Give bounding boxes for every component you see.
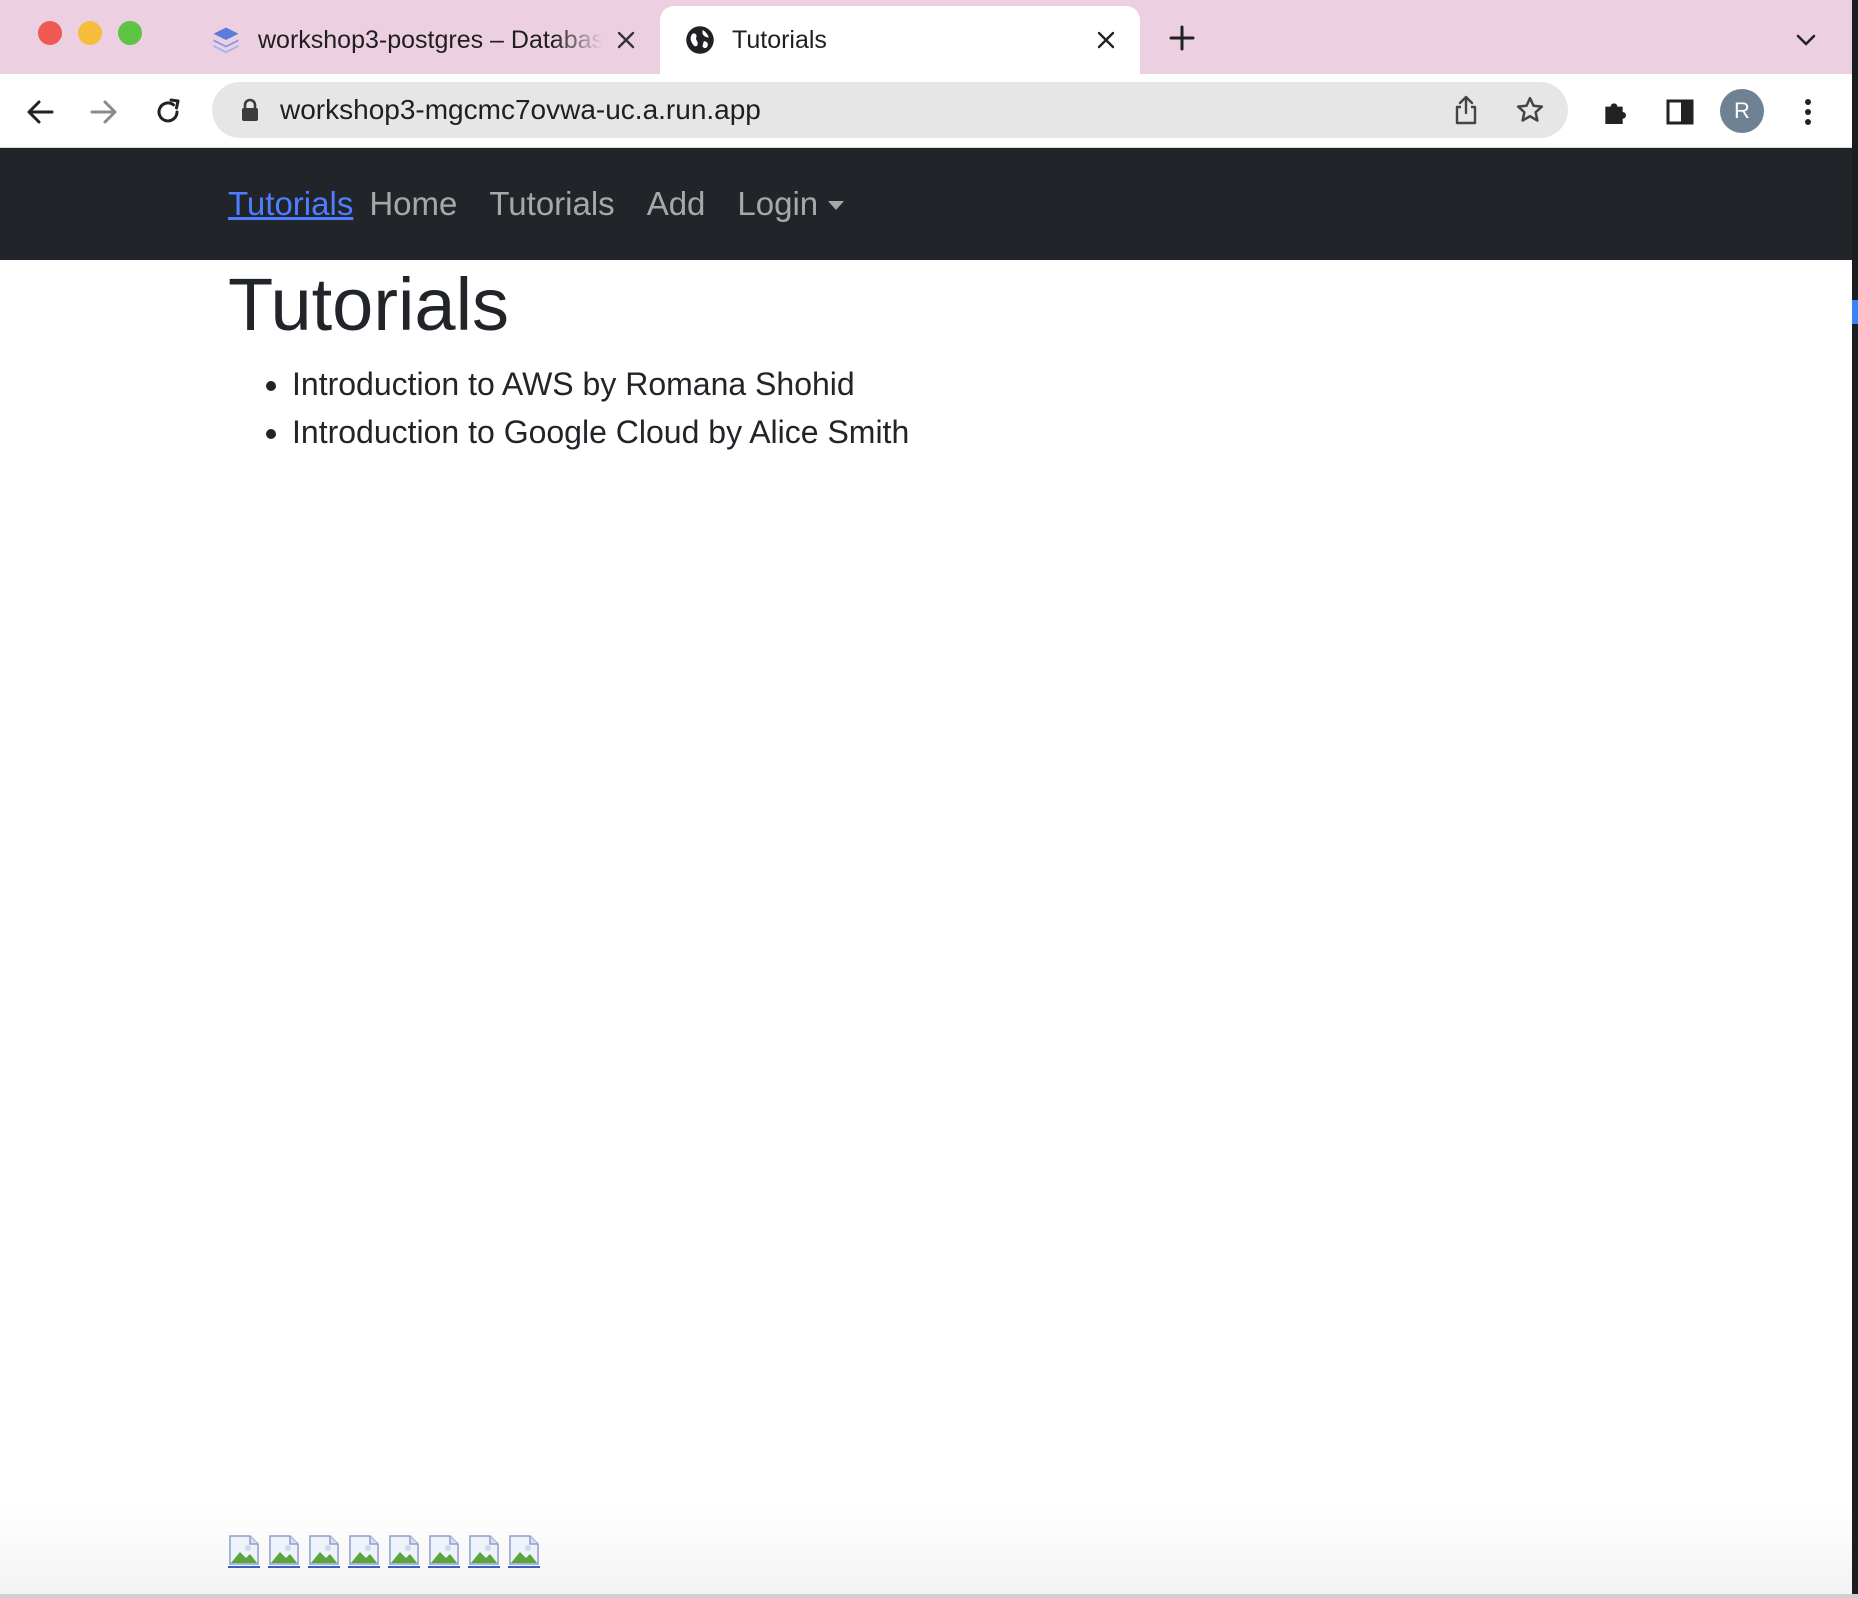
broken-image-icon[interactable] <box>268 1534 300 1568</box>
plus-icon <box>1169 25 1195 51</box>
broken-image-icon[interactable] <box>308 1534 340 1568</box>
site-navbar: Tutorials Home Tutorials Add Login <box>0 148 1852 260</box>
list-item: Introduction to AWS by Romana Shohid <box>292 360 909 408</box>
window-close-button[interactable] <box>38 21 62 45</box>
extensions-button[interactable] <box>1596 92 1636 132</box>
close-icon[interactable] <box>610 24 642 56</box>
nav-link-home[interactable]: Home <box>369 185 457 223</box>
new-tab-button[interactable] <box>1164 20 1200 56</box>
page-title: Tutorials <box>228 263 510 346</box>
broken-image-icon[interactable] <box>508 1534 540 1568</box>
broken-image-icon[interactable] <box>388 1534 420 1568</box>
window-edge-bottom <box>0 1594 1858 1598</box>
profile-avatar[interactable]: R <box>1720 89 1764 133</box>
close-icon[interactable] <box>1090 24 1122 56</box>
list-item: Introduction to Google Cloud by Alice Sm… <box>292 408 909 456</box>
tab-search-button[interactable] <box>1790 24 1822 56</box>
reload-icon <box>157 98 180 123</box>
reload-button[interactable] <box>148 92 188 132</box>
nav-link-add[interactable]: Add <box>647 185 706 223</box>
share-icon[interactable] <box>1450 94 1482 126</box>
globe-icon <box>684 24 716 56</box>
back-button[interactable] <box>20 92 60 132</box>
browser-window: workshop3-postgres – Database Tutorials <box>0 0 1852 1594</box>
kebab-menu-icon <box>1805 99 1811 125</box>
main-content: Tutorials Introduction to AWS by Romana … <box>228 260 909 456</box>
broken-image-icon[interactable] <box>468 1534 500 1568</box>
side-panel-icon <box>1666 99 1694 125</box>
forward-button[interactable] <box>84 92 124 132</box>
browser-toolbar: workshop3-mgcmc7ovwa-uc.a.run.app R <box>0 74 1852 148</box>
tutorial-list: Introduction to AWS by Romana Shohid Int… <box>228 360 909 456</box>
navbar-brand-link[interactable]: Tutorials <box>228 185 353 223</box>
window-maximize-button[interactable] <box>118 21 142 45</box>
url-text[interactable]: workshop3-mgcmc7ovwa-uc.a.run.app <box>280 82 761 138</box>
arrow-right-icon <box>90 100 117 124</box>
page-footer <box>0 1504 1852 1594</box>
footer-badge-row <box>228 1534 548 1568</box>
address-bar[interactable]: workshop3-mgcmc7ovwa-uc.a.run.app <box>212 82 1568 138</box>
tab-title: Tutorials <box>732 25 827 54</box>
login-label: Login <box>737 185 819 222</box>
chevron-down-icon <box>1796 34 1816 46</box>
broken-image-icon[interactable] <box>428 1534 460 1568</box>
broken-image-icon[interactable] <box>228 1534 260 1568</box>
bookmark-star-icon[interactable] <box>1514 94 1546 126</box>
caret-down-icon <box>828 200 845 210</box>
window-edge <box>1852 0 1858 1598</box>
layers-icon <box>210 24 242 56</box>
tab-tutorials[interactable]: Tutorials <box>660 6 1140 74</box>
tab-title: workshop3-postgres – Database <box>258 25 602 54</box>
tab-database[interactable]: workshop3-postgres – Database <box>190 6 660 74</box>
broken-image-icon[interactable] <box>348 1534 380 1568</box>
side-panel-button[interactable] <box>1660 92 1700 132</box>
nav-link-tutorials[interactable]: Tutorials <box>489 185 614 223</box>
login-dropdown-toggle[interactable]: Login <box>737 185 845 223</box>
puzzle-icon <box>1605 103 1626 124</box>
window-minimize-button[interactable] <box>78 21 102 45</box>
browser-menu-button[interactable] <box>1788 92 1828 132</box>
lock-icon[interactable] <box>236 96 264 124</box>
tab-strip: workshop3-postgres – Database Tutorials <box>0 0 1852 74</box>
arrow-left-icon <box>27 100 54 124</box>
